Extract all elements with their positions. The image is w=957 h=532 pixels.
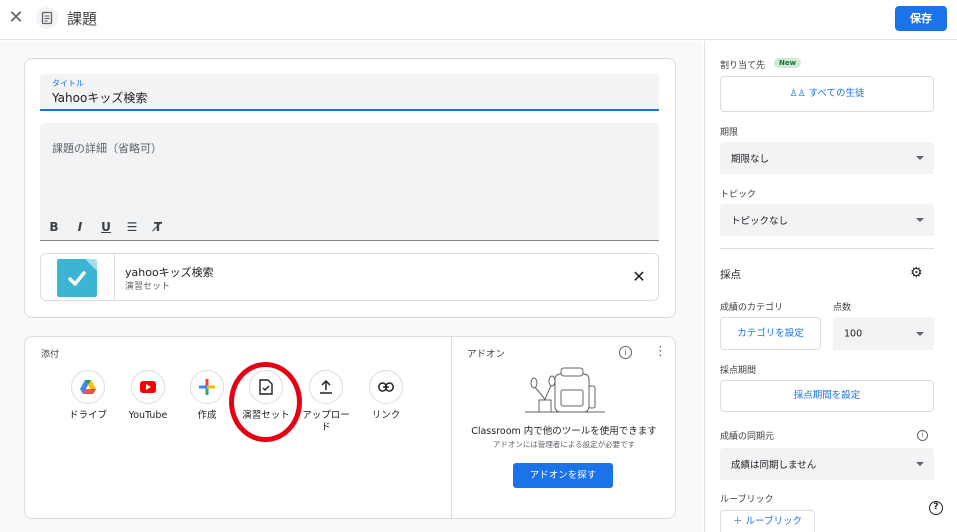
plus-icon: ＋ — [733, 516, 743, 527]
page-title: 課題 — [67, 10, 98, 28]
info-icon[interactable]: i — [619, 346, 632, 359]
sidebar-divider — [720, 248, 934, 249]
grade-sync-label: 成績の同期元 — [720, 432, 775, 442]
add-rubric-button[interactable]: ＋ ルーブリック — [720, 510, 815, 532]
grading-heading: 採点 — [720, 269, 741, 281]
info-icon[interactable]: i — [917, 430, 928, 441]
drive-icon — [71, 370, 105, 404]
attach-youtube-button[interactable]: YouTube — [119, 370, 177, 430]
due-value: 期限なし — [731, 154, 770, 165]
upload-icon — [309, 370, 343, 404]
format-toolbar: B I U ☰ T̸ — [48, 219, 164, 235]
attach-label: 添付 — [41, 350, 60, 360]
addons-illustration — [525, 367, 605, 413]
assign-students-button[interactable]: ♙♙ すべての生徒 — [720, 76, 934, 112]
grade-sync-value: 成績は同期しません — [731, 460, 817, 471]
link-icon — [369, 370, 403, 404]
title-input-value: Yahooキッズ検索 — [52, 91, 148, 105]
points-label: 点数 — [833, 303, 852, 313]
addons-title: アドオン — [467, 349, 506, 360]
points-select[interactable]: 100 — [833, 317, 934, 350]
attach-link-button[interactable]: リンク — [357, 370, 415, 430]
details-placeholder: 課題の詳細（省略可） — [52, 142, 162, 155]
youtube-icon — [131, 370, 165, 404]
save-button[interactable]: 保存 — [895, 6, 947, 31]
grade-category-label: 成績のカテゴリ — [720, 303, 784, 313]
addons-description: Classroom 内で他のツールを使用できます — [471, 426, 657, 437]
more-vert-icon[interactable]: ⋮ — [654, 344, 667, 359]
topic-label: トピック — [720, 190, 757, 200]
attach-upload-button[interactable]: アップロード — [297, 370, 355, 433]
attachment-divider — [114, 254, 115, 300]
attachment-name: yahooキッズ検索 — [125, 266, 214, 279]
attach-link-label: リンク — [371, 410, 401, 421]
title-input[interactable]: タイトル Yahooキッズ検索 — [40, 74, 659, 111]
topic-select[interactable]: トピックなし — [720, 204, 934, 236]
assign-students-label: すべての生徒 — [808, 88, 865, 99]
chevron-down-icon — [916, 156, 924, 160]
bulleted-list-button[interactable]: ☰ — [126, 220, 138, 234]
people-icon: ♙♙ — [789, 89, 806, 99]
attach-drive-button[interactable]: ドライブ — [59, 370, 117, 430]
grading-period-label: 採点期間 — [720, 366, 757, 376]
close-icon[interactable]: ✕ — [7, 9, 25, 27]
chevron-down-icon — [916, 331, 924, 336]
set-grading-period-button[interactable]: 採点期間を設定 — [720, 380, 934, 412]
italic-button[interactable]: I — [74, 220, 86, 234]
points-value: 100 — [844, 328, 863, 339]
underline-button[interactable]: U — [100, 220, 112, 234]
attached-practice-set[interactable]: yahooキッズ検索 演習セット ✕ — [40, 253, 659, 301]
due-select[interactable]: 期限なし — [720, 142, 934, 174]
remove-attachment-icon[interactable]: ✕ — [630, 267, 648, 286]
bold-button[interactable]: B — [48, 220, 60, 234]
addons-note: アドオンには管理者による設定が必要です — [492, 440, 636, 449]
highlight-circle — [229, 362, 302, 442]
assign-to-label: 割り当て先 — [720, 61, 766, 71]
set-category-button[interactable]: カテゴリを設定 — [720, 317, 821, 350]
new-badge: New — [774, 58, 802, 68]
clear-format-button[interactable]: T̸ — [152, 220, 164, 234]
create-plus-icon — [190, 370, 224, 404]
add-rubric-label: ルーブリック — [745, 516, 802, 527]
gear-icon[interactable]: ⚙ — [910, 265, 923, 281]
attach-upload-label: アップロード — [302, 410, 350, 433]
practice-set-thumbnail — [57, 259, 97, 297]
find-addons-button[interactable]: アドオンを探す — [513, 463, 613, 488]
grade-sync-select[interactable]: 成績は同期しません — [720, 448, 934, 480]
attach-create-button[interactable]: 作成 — [178, 370, 236, 430]
title-input-label: タイトル — [52, 79, 84, 88]
chevron-down-icon — [916, 218, 924, 222]
help-icon[interactable]: ? — [929, 501, 943, 515]
assignment-icon — [36, 7, 58, 29]
attachment-type: 演習セット — [125, 282, 171, 292]
due-label: 期限 — [720, 128, 739, 138]
top-bar: ✕ 課題 保存 — [0, 0, 957, 40]
rubric-label: ルーブリック — [720, 495, 774, 505]
topic-value: トピックなし — [731, 216, 789, 227]
chevron-down-icon — [916, 462, 924, 466]
